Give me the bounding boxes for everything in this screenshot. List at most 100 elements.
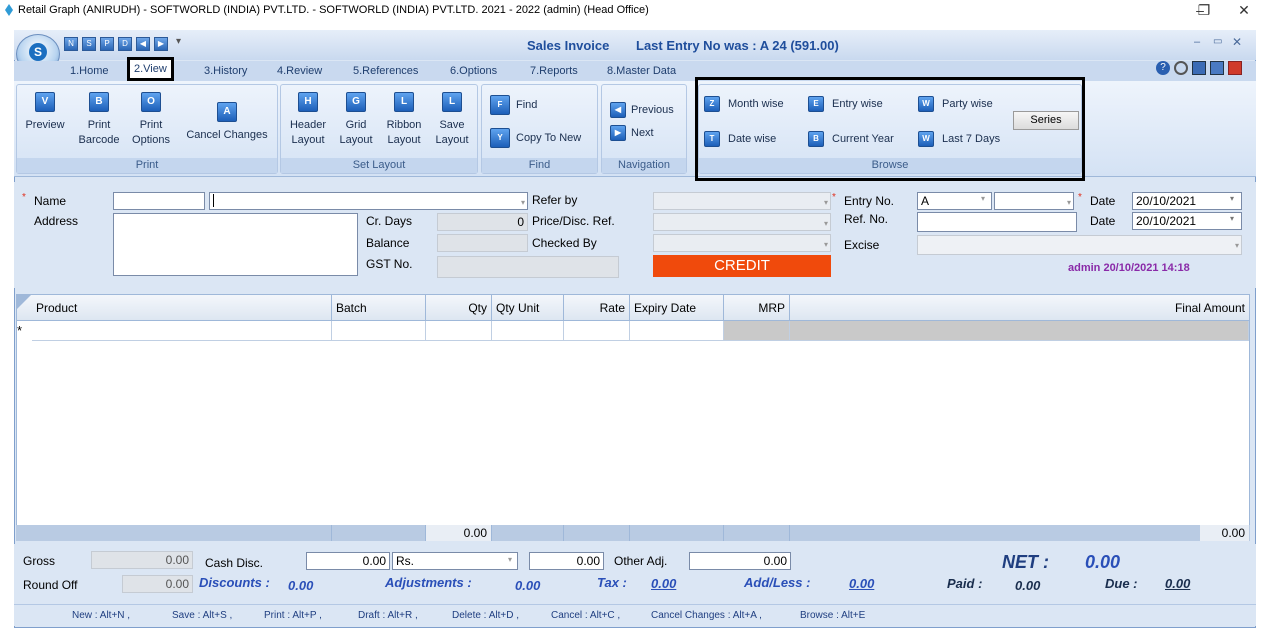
checked-by-select[interactable]: ▾ [653,234,831,252]
ref-no-input[interactable] [917,212,1077,232]
col-qty-unit[interactable]: Qty Unit [492,295,564,321]
entry-number-input[interactable]: ▾ [994,192,1074,210]
header-layout-button[interactable]: H Header Layout [284,92,332,148]
header-layout-icon: H [298,92,318,112]
ref-date-dropdown-icon[interactable]: ▾ [1230,214,1234,223]
tab-options[interactable]: 6.Options [446,62,501,80]
cash-disc-dropdown-icon[interactable]: ▾ [508,555,512,564]
tab-view[interactable]: 2.View [127,57,174,81]
date-picker[interactable]: 20/10/2021 [1132,192,1242,210]
cell-batch[interactable] [332,321,426,341]
cell-product[interactable] [32,321,332,341]
col-final-amount[interactable]: Final Amount [790,295,1249,321]
cash-disc-unit-select[interactable]: Rs. [392,552,518,570]
copy-to-new-button[interactable]: Y Copy To New [490,128,581,148]
previous-icon: ◀ [610,102,626,118]
tax-link[interactable]: 0.00 [651,576,676,591]
settings-icon[interactable] [1174,61,1188,75]
entry-series-dropdown-icon[interactable]: ▾ [981,194,985,203]
col-qty[interactable]: Qty [426,295,492,321]
ref-no-label: Ref. No. [844,212,889,226]
date-label: Date [1090,194,1116,208]
exit-icon[interactable] [1228,61,1242,75]
mdi-close-icon[interactable]: ✕ [1232,35,1242,49]
restore-icon[interactable]: ❐ [1184,0,1224,22]
qat-print-icon[interactable]: P [100,37,114,51]
qat-prev-icon[interactable]: ◀ [136,37,150,51]
credit-toggle[interactable]: CREDIT [653,255,831,277]
excise-dropdown-icon[interactable]: ▾ [1235,238,1239,254]
tab-review[interactable]: 4.Review [273,62,326,80]
date-dropdown-icon[interactable]: ▾ [1230,194,1234,203]
cell-expiry-date[interactable] [630,321,724,341]
qat-next-icon[interactable]: ▶ [154,37,168,51]
tab-home[interactable]: 1.Home [66,62,113,80]
total-cell-expiry [630,525,724,541]
help-icon[interactable]: ? [1156,61,1170,75]
other-adj-input[interactable]: 0.00 [689,552,791,570]
qat-draft-icon[interactable]: D [118,37,132,51]
tab-history[interactable]: 3.History [200,62,251,80]
shortcut-cancel: Cancel : Alt+C , [551,610,621,621]
ribbon-layout-icon: L [394,92,414,112]
col-expiry-date[interactable]: Expiry Date [630,295,724,321]
name-code-input[interactable] [113,192,205,210]
due-label: Due : [1105,576,1138,591]
price-disc-dropdown-icon[interactable]: ▾ [824,216,828,232]
next-button[interactable]: ▶ Next [610,125,654,141]
name-input[interactable]: ▾ [209,192,528,210]
mdi-minimize-icon[interactable]: – [1194,36,1200,48]
name-dropdown-icon[interactable]: ▾ [521,195,525,211]
net-value: 0.00 [1085,552,1121,572]
price-disc-ref-select[interactable]: ▾ [653,213,831,231]
print-barcode-button[interactable]: B Print Barcode [76,92,122,148]
previous-button[interactable]: ◀ Previous [610,102,674,118]
cash-disc-amount-input[interactable]: 0.00 [529,552,604,570]
grid-layout-label-2: Layout [339,134,373,146]
entry-number-dropdown-icon[interactable]: ▾ [1067,195,1071,211]
add-less-link[interactable]: 0.00 [849,576,874,591]
checked-by-dropdown-icon[interactable]: ▾ [824,237,828,253]
address-input[interactable] [113,213,358,276]
col-rate[interactable]: Rate [564,295,630,321]
save-icon[interactable] [1210,61,1224,75]
col-batch[interactable]: Batch [332,295,426,321]
save-layout-button[interactable]: L Save Layout [430,92,474,148]
save-layout-label-1: Save [439,119,465,131]
preview-label: Preview [25,119,65,131]
ribbon-layout-button[interactable]: L Ribbon Layout [380,92,428,148]
cancel-changes-button[interactable]: A Cancel Changes [180,102,274,143]
ref-date-picker[interactable]: 20/10/2021 [1132,212,1242,230]
mdi-restore-icon[interactable]: ▭ [1213,36,1222,47]
cr-days-field[interactable]: 0 [437,213,528,231]
preview-button[interactable]: V Preview [22,92,68,133]
find-button[interactable]: F Find [490,95,537,115]
print-options-button[interactable]: O Print Options [128,92,174,148]
col-product[interactable]: Product [32,295,332,321]
other-adj-label: Other Adj. [614,554,668,568]
qat-save-icon[interactable]: S [82,37,96,51]
calculator-icon[interactable] [1192,61,1206,75]
next-label: Next [631,127,654,139]
qat-new-icon[interactable]: N [64,37,78,51]
tab-master-data[interactable]: 8.Master Data [603,62,680,80]
gst-no-label: GST No. [366,257,413,271]
col-mrp[interactable]: MRP [724,295,790,321]
add-less-label: Add/Less : [744,575,811,590]
grid-layout-button[interactable]: G Grid Layout [334,92,378,148]
refer-by-select[interactable]: ▾ [653,192,831,210]
due-value[interactable]: 0.00 [1165,576,1190,591]
cell-qty[interactable] [426,321,492,341]
qat-menu-icon[interactable]: ▾ [176,36,181,47]
cell-final-amount [790,321,1249,341]
tab-reports[interactable]: 7.Reports [526,62,582,80]
cash-disc-input[interactable]: 0.00 [306,552,390,570]
header-layout-label-2: Layout [291,134,325,146]
net-label: NET : [1002,552,1049,572]
close-icon[interactable]: ✕ [1224,0,1264,22]
cell-rate[interactable] [564,321,630,341]
cell-qty-unit[interactable] [492,321,564,341]
refer-by-dropdown-icon[interactable]: ▾ [824,195,828,211]
excise-select[interactable]: ▾ [917,235,1242,255]
tab-references[interactable]: 5.References [349,62,422,80]
